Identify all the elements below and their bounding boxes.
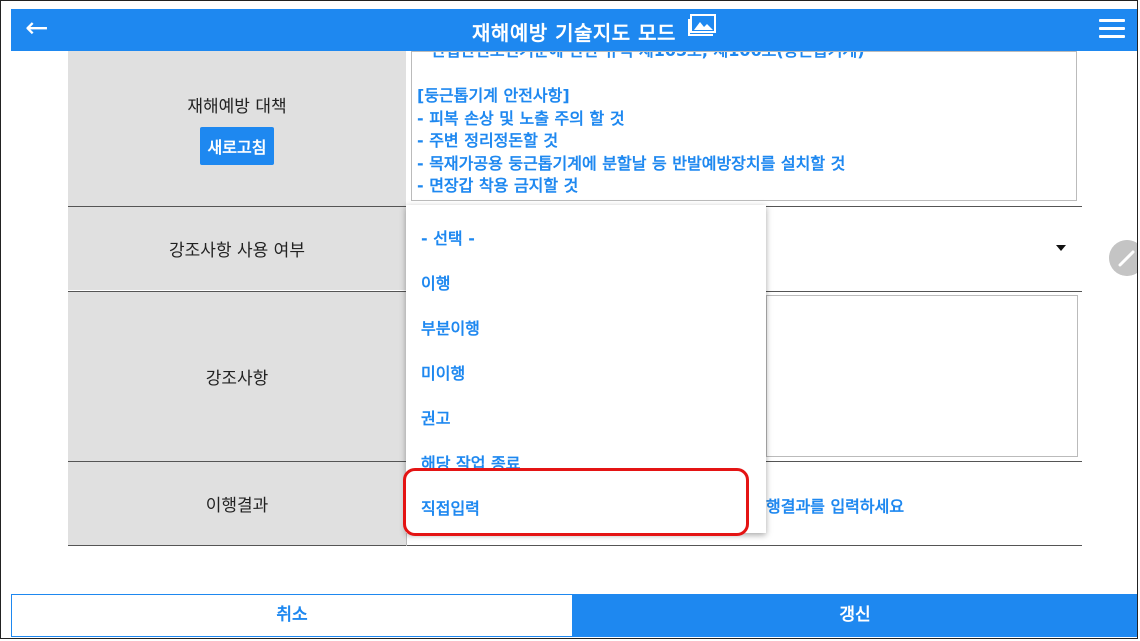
emphasis-usage-label-cell: 강조사항 사용 여부 bbox=[68, 207, 406, 290]
dropdown-option-select[interactable]: - 선택 - bbox=[421, 225, 475, 249]
prevention-text-line bbox=[412, 63, 1076, 86]
prevention-textarea[interactable]: * 산업안전보건기준에 관한 규칙 제105조, 제106조(둥근톱기계) [둥… bbox=[411, 51, 1077, 201]
emphasis-label-cell: 강조사항 bbox=[68, 292, 406, 461]
update-button[interactable]: 갱신 bbox=[573, 594, 1137, 637]
dropdown-option-done[interactable]: 이행 bbox=[421, 270, 450, 294]
prevention-label-cell: 재해예방 대책 새로고침 bbox=[68, 51, 406, 206]
dropdown-option-partial[interactable]: 부분이행 bbox=[421, 315, 480, 339]
prevention-text-line: - 주변 정리정돈할 것 bbox=[417, 131, 559, 150]
dropdown-arrow-icon[interactable] bbox=[1056, 245, 1066, 251]
hamburger-menu-icon[interactable] bbox=[1099, 19, 1125, 39]
prevention-text-line: - 목재가공용 둥근톱기계에 분할날 등 반발예방장치를 설치할 것 bbox=[417, 153, 846, 173]
refresh-button[interactable]: 새로고침 bbox=[199, 127, 275, 165]
result-label-cell: 이행결과 bbox=[68, 462, 406, 545]
emphasis-label: 강조사항 bbox=[205, 369, 269, 389]
result-label: 이행결과 bbox=[205, 496, 269, 516]
highlight-annotation bbox=[403, 468, 749, 536]
result-input[interactable]: 행결과를 입력하세요 bbox=[766, 493, 904, 517]
bottom-button-bar: 취소 갱신 bbox=[11, 594, 1137, 637]
prevention-text-line: [둥근톱기계 안전사항] bbox=[417, 86, 570, 105]
prevention-label: 재해예방 대책 bbox=[187, 97, 287, 117]
image-gallery-icon[interactable] bbox=[687, 13, 717, 37]
cancel-button[interactable]: 취소 bbox=[11, 594, 573, 637]
prevention-text-line: - 면장갑 착용 금지할 것 bbox=[417, 176, 579, 195]
dropdown-option-advice[interactable]: 권고 bbox=[421, 405, 450, 429]
prevention-text-line: * 산업안전보건기준에 관한 규칙 제105조, 제106조(둥근톱기계) bbox=[412, 52, 1076, 63]
prevention-text-line: - 피복 손상 및 노출 주의 할 것 bbox=[417, 108, 625, 128]
top-app-bar: ← 재해예방 기술지도 모드 bbox=[11, 9, 1137, 51]
page-title: 재해예방 기술지도 모드 bbox=[472, 21, 676, 45]
app-frame: ← 재해예방 기술지도 모드 재해예방 대책 새로고침 * 산업안전보건기준에 … bbox=[0, 0, 1138, 639]
emphasis-usage-label: 강조사항 사용 여부 bbox=[169, 241, 305, 261]
row-divider bbox=[68, 545, 1082, 546]
edit-pencil-icon[interactable] bbox=[1109, 240, 1138, 276]
dropdown-option-not-done[interactable]: 미이행 bbox=[421, 360, 465, 384]
emphasis-textarea[interactable] bbox=[766, 295, 1078, 457]
